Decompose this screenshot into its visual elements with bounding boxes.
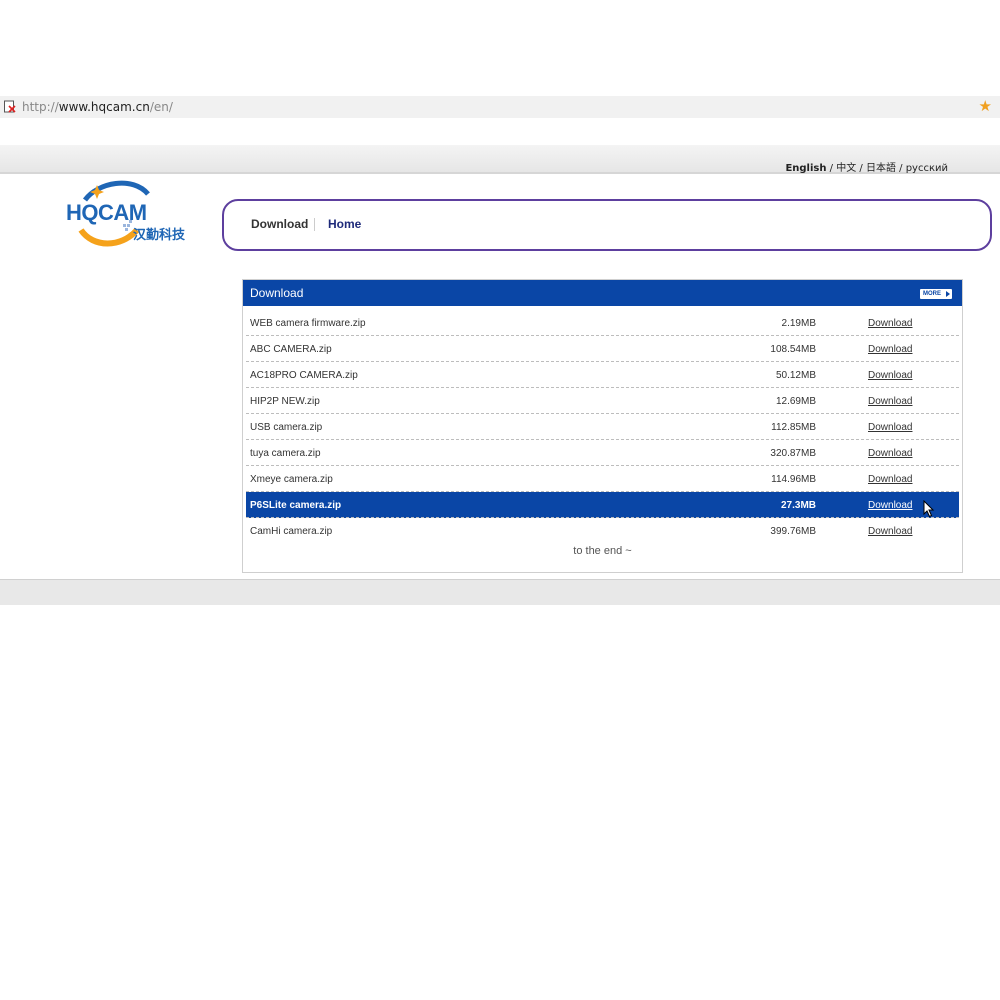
file-name: P6SLite camera.zip — [250, 500, 342, 511]
file-name: CamHi camera.zip — [250, 526, 333, 537]
file-name: WEB camera firmware.zip — [250, 318, 366, 329]
file-name: Xmeye camera.zip — [250, 474, 333, 485]
address-bar[interactable]: http://www.hqcam.cn/en/ ★ — [0, 96, 1000, 118]
footer-band — [0, 579, 1000, 605]
file-size: 114.96MB — [771, 474, 816, 485]
lang-english[interactable]: English — [785, 163, 826, 174]
star-icon[interactable]: ★ — [979, 97, 992, 115]
file-name: HIP2P NEW.zip — [250, 396, 320, 407]
url-text[interactable]: http://www.hqcam.cn/en/ — [22, 100, 173, 114]
logo-text: HQCAM — [66, 200, 147, 225]
mouse-cursor-icon — [923, 500, 935, 518]
lang-japanese[interactable]: 日本語 — [866, 163, 896, 174]
file-name: USB camera.zip — [250, 422, 323, 433]
download-link[interactable]: Download — [868, 526, 912, 537]
end-of-list-text: to the end ~ — [573, 545, 632, 557]
download-link[interactable]: Download — [868, 318, 912, 329]
file-row: WEB camera firmware.zip 2.19MB Download — [246, 310, 959, 336]
file-name: tuya camera.zip — [250, 448, 321, 459]
download-link[interactable]: Download — [868, 500, 912, 511]
file-row: HIP2P NEW.zip 12.69MB Download — [246, 388, 959, 414]
lang-russian[interactable]: русский — [906, 163, 948, 174]
download-panel: Download MORE WEB camera firmware.zip 2.1… — [242, 279, 963, 573]
download-link[interactable]: Download — [868, 396, 912, 407]
file-size: 108.54MB — [770, 344, 816, 355]
file-name: AC18PRO CAMERA.zip — [250, 370, 358, 381]
logo-subtext: 汉勤科技 — [133, 228, 186, 243]
more-button[interactable]: MORE — [920, 289, 952, 299]
arrow-right-icon — [946, 291, 950, 297]
file-size: 399.76MB — [770, 526, 816, 537]
page-warning-icon — [4, 100, 16, 113]
nav-download[interactable]: Download — [251, 217, 308, 231]
file-list: WEB camera firmware.zip 2.19MB Download ABC… — [243, 310, 962, 543]
file-size: 320.87MB — [770, 448, 816, 459]
nav-home[interactable]: Home — [328, 217, 361, 231]
download-link[interactable]: Download — [868, 448, 912, 459]
file-size: 12.69MB — [775, 396, 816, 407]
file-row: CamHi camera.zip 399.76MB Download — [246, 518, 959, 543]
file-size: 27.3MB — [780, 500, 816, 511]
download-panel-header: Download MORE — [243, 280, 962, 306]
lang-chinese[interactable]: 中文 — [836, 163, 856, 174]
download-link[interactable]: Download — [868, 422, 912, 433]
file-name: ABC CAMERA.zip — [250, 344, 332, 355]
hqcam-logo[interactable]: HQCAM 汉勤科技 — [63, 178, 193, 250]
language-selector: English / 中文 / 日本語 / русский — [785, 163, 948, 174]
file-size: 112.85MB — [771, 422, 816, 433]
file-row: USB camera.zip 112.85MB Download — [246, 414, 959, 440]
file-row: Xmeye camera.zip 114.96MB Download — [246, 466, 959, 492]
main-nav: Download Home — [222, 199, 992, 251]
nav-divider — [314, 218, 315, 231]
download-panel-title: Download — [250, 286, 304, 300]
download-link[interactable]: Download — [868, 344, 912, 355]
file-size: 2.19MB — [781, 318, 816, 329]
download-link[interactable]: Download — [868, 370, 912, 381]
file-row: P6SLite camera.zip 27.3MB Download — [246, 492, 959, 518]
file-row: tuya camera.zip 320.87MB Download — [246, 440, 959, 466]
file-size: 50.12MB — [775, 370, 816, 381]
file-row: ABC CAMERA.zip 108.54MB Download — [246, 336, 959, 362]
download-link[interactable]: Download — [868, 474, 912, 485]
file-row: AC18PRO CAMERA.zip 50.12MB Download — [246, 362, 959, 388]
